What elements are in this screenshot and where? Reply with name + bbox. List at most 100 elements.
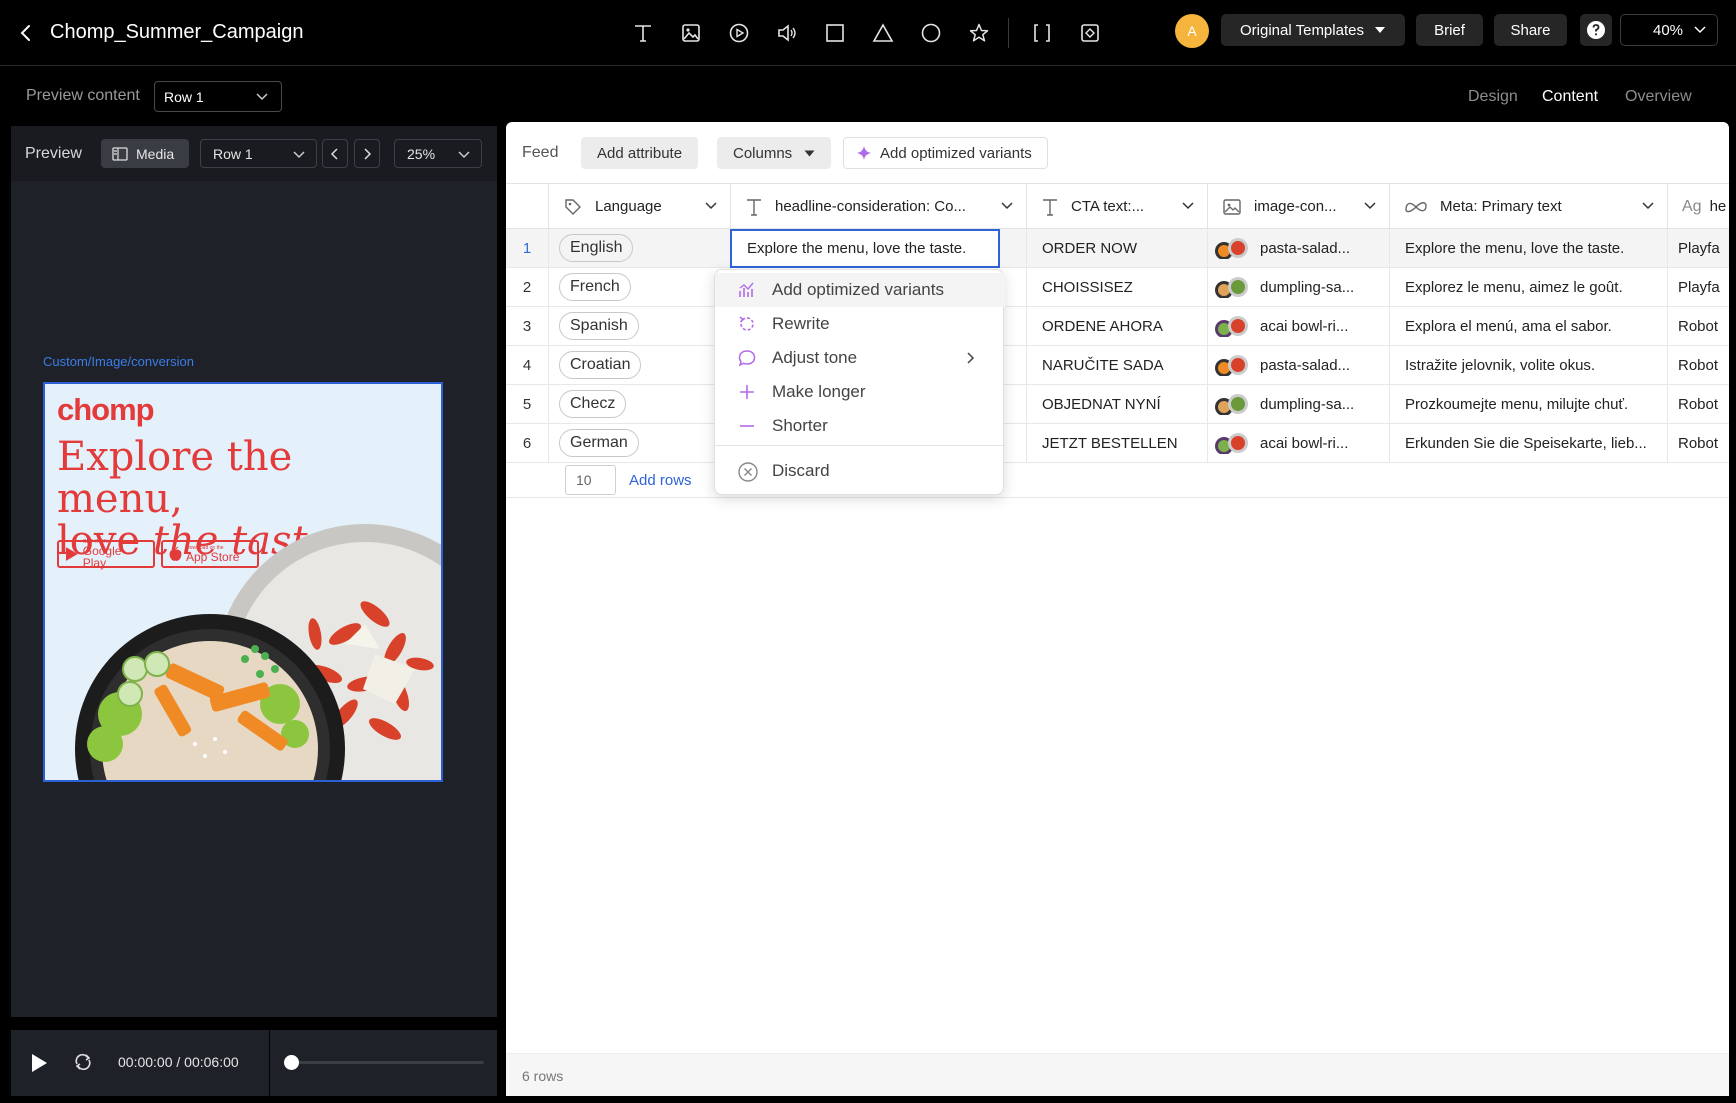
- help-button[interactable]: [1580, 14, 1612, 46]
- playback-bar: 00:00:00 / 00:06:00: [11, 1030, 497, 1096]
- loop-button[interactable]: [73, 1052, 93, 1072]
- rectangle-tool-icon[interactable]: [818, 16, 852, 50]
- font-cell[interactable]: Robot: [1667, 385, 1729, 423]
- table-row[interactable]: 4 Croatian NARUČITE SADA pasta-salad... …: [506, 346, 1729, 385]
- font-cell[interactable]: Robot: [1667, 346, 1729, 384]
- preview-row-dropdown[interactable]: Row 1: [200, 139, 317, 168]
- feed-toolbar: Feed Add attribute Columns Add optimized…: [506, 122, 1729, 184]
- image-cell[interactable]: pasta-salad...: [1207, 346, 1389, 384]
- play-button[interactable]: [29, 1052, 49, 1074]
- triangle-tool-icon[interactable]: [866, 16, 900, 50]
- meta-text-cell[interactable]: Explora el menú, ama el sabor.: [1389, 307, 1667, 345]
- meta-text-cell[interactable]: Prozkoumejte menu, milujte chuť.: [1389, 385, 1667, 423]
- menu-item-adjust-tone[interactable]: Adjust tone: [715, 341, 1005, 375]
- language-cell[interactable]: Spanish: [548, 307, 730, 345]
- font-cell[interactable]: Robot: [1667, 307, 1729, 345]
- menu-item-label: Add optimized variants: [772, 280, 944, 299]
- language-cell[interactable]: Croatian: [548, 346, 730, 384]
- image-cell[interactable]: acai bowl-ri...: [1207, 424, 1389, 462]
- chevron-down-icon[interactable]: [1641, 201, 1655, 211]
- add-rows-count-input[interactable]: 10: [565, 465, 616, 495]
- cta-cell[interactable]: ORDER NOW: [1026, 229, 1207, 267]
- chevron-down-icon[interactable]: [704, 201, 718, 211]
- language-cell[interactable]: French: [548, 268, 730, 306]
- column-header-language[interactable]: Language: [548, 184, 730, 229]
- cta-cell[interactable]: JETZT BESTELLEN: [1026, 424, 1207, 462]
- column-header-cta[interactable]: CTA text:...: [1026, 184, 1207, 229]
- previous-row-button[interactable]: [322, 139, 348, 168]
- language-pill: English: [559, 234, 634, 262]
- language-cell[interactable]: Checz: [548, 385, 730, 423]
- font-cell[interactable]: Robot: [1667, 424, 1729, 462]
- image-cell[interactable]: dumpling-sa...: [1207, 385, 1389, 423]
- tab-design[interactable]: Design: [1468, 88, 1518, 106]
- meta-text-cell[interactable]: Istražite jelovnik, volite okus.: [1389, 346, 1667, 384]
- preview-zoom-select[interactable]: 25%: [394, 139, 482, 168]
- language-cell[interactable]: German: [548, 424, 730, 462]
- meta-text-cell[interactable]: Erkunden Sie die Speisekarte, lieb...: [1389, 424, 1667, 462]
- image-cell[interactable]: acai bowl-ri...: [1207, 307, 1389, 345]
- table-row[interactable]: 1 English ORDER NOW pasta-salad... Explo…: [506, 229, 1729, 268]
- menu-item-discard[interactable]: Discard: [715, 454, 1005, 488]
- chevron-down-icon[interactable]: [1181, 201, 1195, 211]
- brief-button[interactable]: Brief: [1416, 14, 1483, 46]
- bracket-tool-icon[interactable]: [1025, 16, 1059, 50]
- column-header-meta[interactable]: Meta: Primary text: [1389, 184, 1667, 229]
- row-number: 6: [522, 434, 532, 452]
- ad-preview[interactable]: chomp Explore the menu, love the taste. …: [43, 382, 443, 782]
- table-row[interactable]: 2 French CHOISSISEZ dumpling-sa... Explo…: [506, 268, 1729, 307]
- chevron-down-icon[interactable]: [1000, 201, 1014, 211]
- zoom-select[interactable]: 40%: [1620, 14, 1718, 46]
- row-number: 5: [522, 395, 532, 413]
- star-tool-icon[interactable]: [962, 16, 996, 50]
- text-tool-icon[interactable]: [626, 16, 660, 50]
- meta-text-cell[interactable]: Explorez le menu, aimez le goût.: [1389, 268, 1667, 306]
- column-header-font[interactable]: Ag he: [1667, 184, 1729, 229]
- columns-label: Columns: [733, 144, 793, 162]
- tab-content[interactable]: Content: [1542, 88, 1598, 106]
- audio-tool-icon[interactable]: [770, 16, 804, 50]
- circle-tool-icon[interactable]: [914, 16, 948, 50]
- timeline-track[interactable]: [284, 1061, 484, 1064]
- loop-icon: [75, 1053, 91, 1071]
- menu-item-add-optimized-variants[interactable]: Add optimized variants: [715, 273, 1005, 307]
- meta-text-cell[interactable]: Explore the menu, love the taste.: [1389, 229, 1667, 267]
- cta-cell[interactable]: CHOISSISEZ: [1026, 268, 1207, 306]
- cta-cell[interactable]: OBJEDNAT NYNÍ: [1026, 385, 1207, 423]
- cta-cell[interactable]: NARUČITE SADA: [1026, 346, 1207, 384]
- canvas-label[interactable]: Custom/Image/conversion: [43, 354, 194, 369]
- back-arrow-icon[interactable]: [16, 22, 36, 44]
- headline-edit-cell[interactable]: Explore the menu, love the taste.: [730, 229, 1000, 268]
- share-button[interactable]: Share: [1494, 14, 1567, 46]
- font-cell[interactable]: Playfa: [1667, 229, 1729, 267]
- column-header-headline[interactable]: headline-consideration: Co...: [730, 184, 1026, 229]
- media-button[interactable]: Media: [101, 139, 189, 168]
- image-tool-icon[interactable]: [674, 16, 708, 50]
- add-optimized-variants-button[interactable]: Add optimized variants: [843, 137, 1048, 169]
- template-selector[interactable]: Original Templates: [1221, 14, 1405, 46]
- avatar[interactable]: A: [1175, 14, 1209, 48]
- language-cell[interactable]: English: [548, 229, 730, 267]
- column-header-image[interactable]: image-con...: [1207, 184, 1389, 229]
- add-rows-button[interactable]: Add rows: [629, 472, 692, 489]
- menu-item-shorter[interactable]: Shorter: [715, 409, 1005, 443]
- preview-row-select[interactable]: Row 1: [154, 81, 282, 112]
- food-thumbnail-icon: [1215, 316, 1248, 337]
- component-tool-icon[interactable]: [1073, 16, 1107, 50]
- chevron-down-icon[interactable]: [1363, 201, 1377, 211]
- next-row-button[interactable]: [354, 139, 380, 168]
- table-row[interactable]: 5 Checz OBJEDNAT NYNÍ dumpling-sa... Pro…: [506, 385, 1729, 424]
- timeline-scrubber[interactable]: [284, 1055, 299, 1070]
- menu-item-make-longer[interactable]: Make longer: [715, 375, 1005, 409]
- video-tool-icon[interactable]: [722, 16, 756, 50]
- image-cell[interactable]: pasta-salad...: [1207, 229, 1389, 267]
- add-attribute-button[interactable]: Add attribute: [581, 137, 699, 169]
- font-cell[interactable]: Playfa: [1667, 268, 1729, 306]
- image-cell[interactable]: dumpling-sa...: [1207, 268, 1389, 306]
- table-row[interactable]: 3 Spanish ORDENE AHORA acai bowl-ri... E…: [506, 307, 1729, 346]
- template-selector-label: Original Templates: [1240, 21, 1364, 39]
- columns-button[interactable]: Columns: [717, 137, 832, 169]
- cta-cell[interactable]: ORDENE AHORA: [1026, 307, 1207, 345]
- tab-overview[interactable]: Overview: [1625, 88, 1692, 106]
- menu-item-rewrite[interactable]: Rewrite: [715, 307, 1005, 341]
